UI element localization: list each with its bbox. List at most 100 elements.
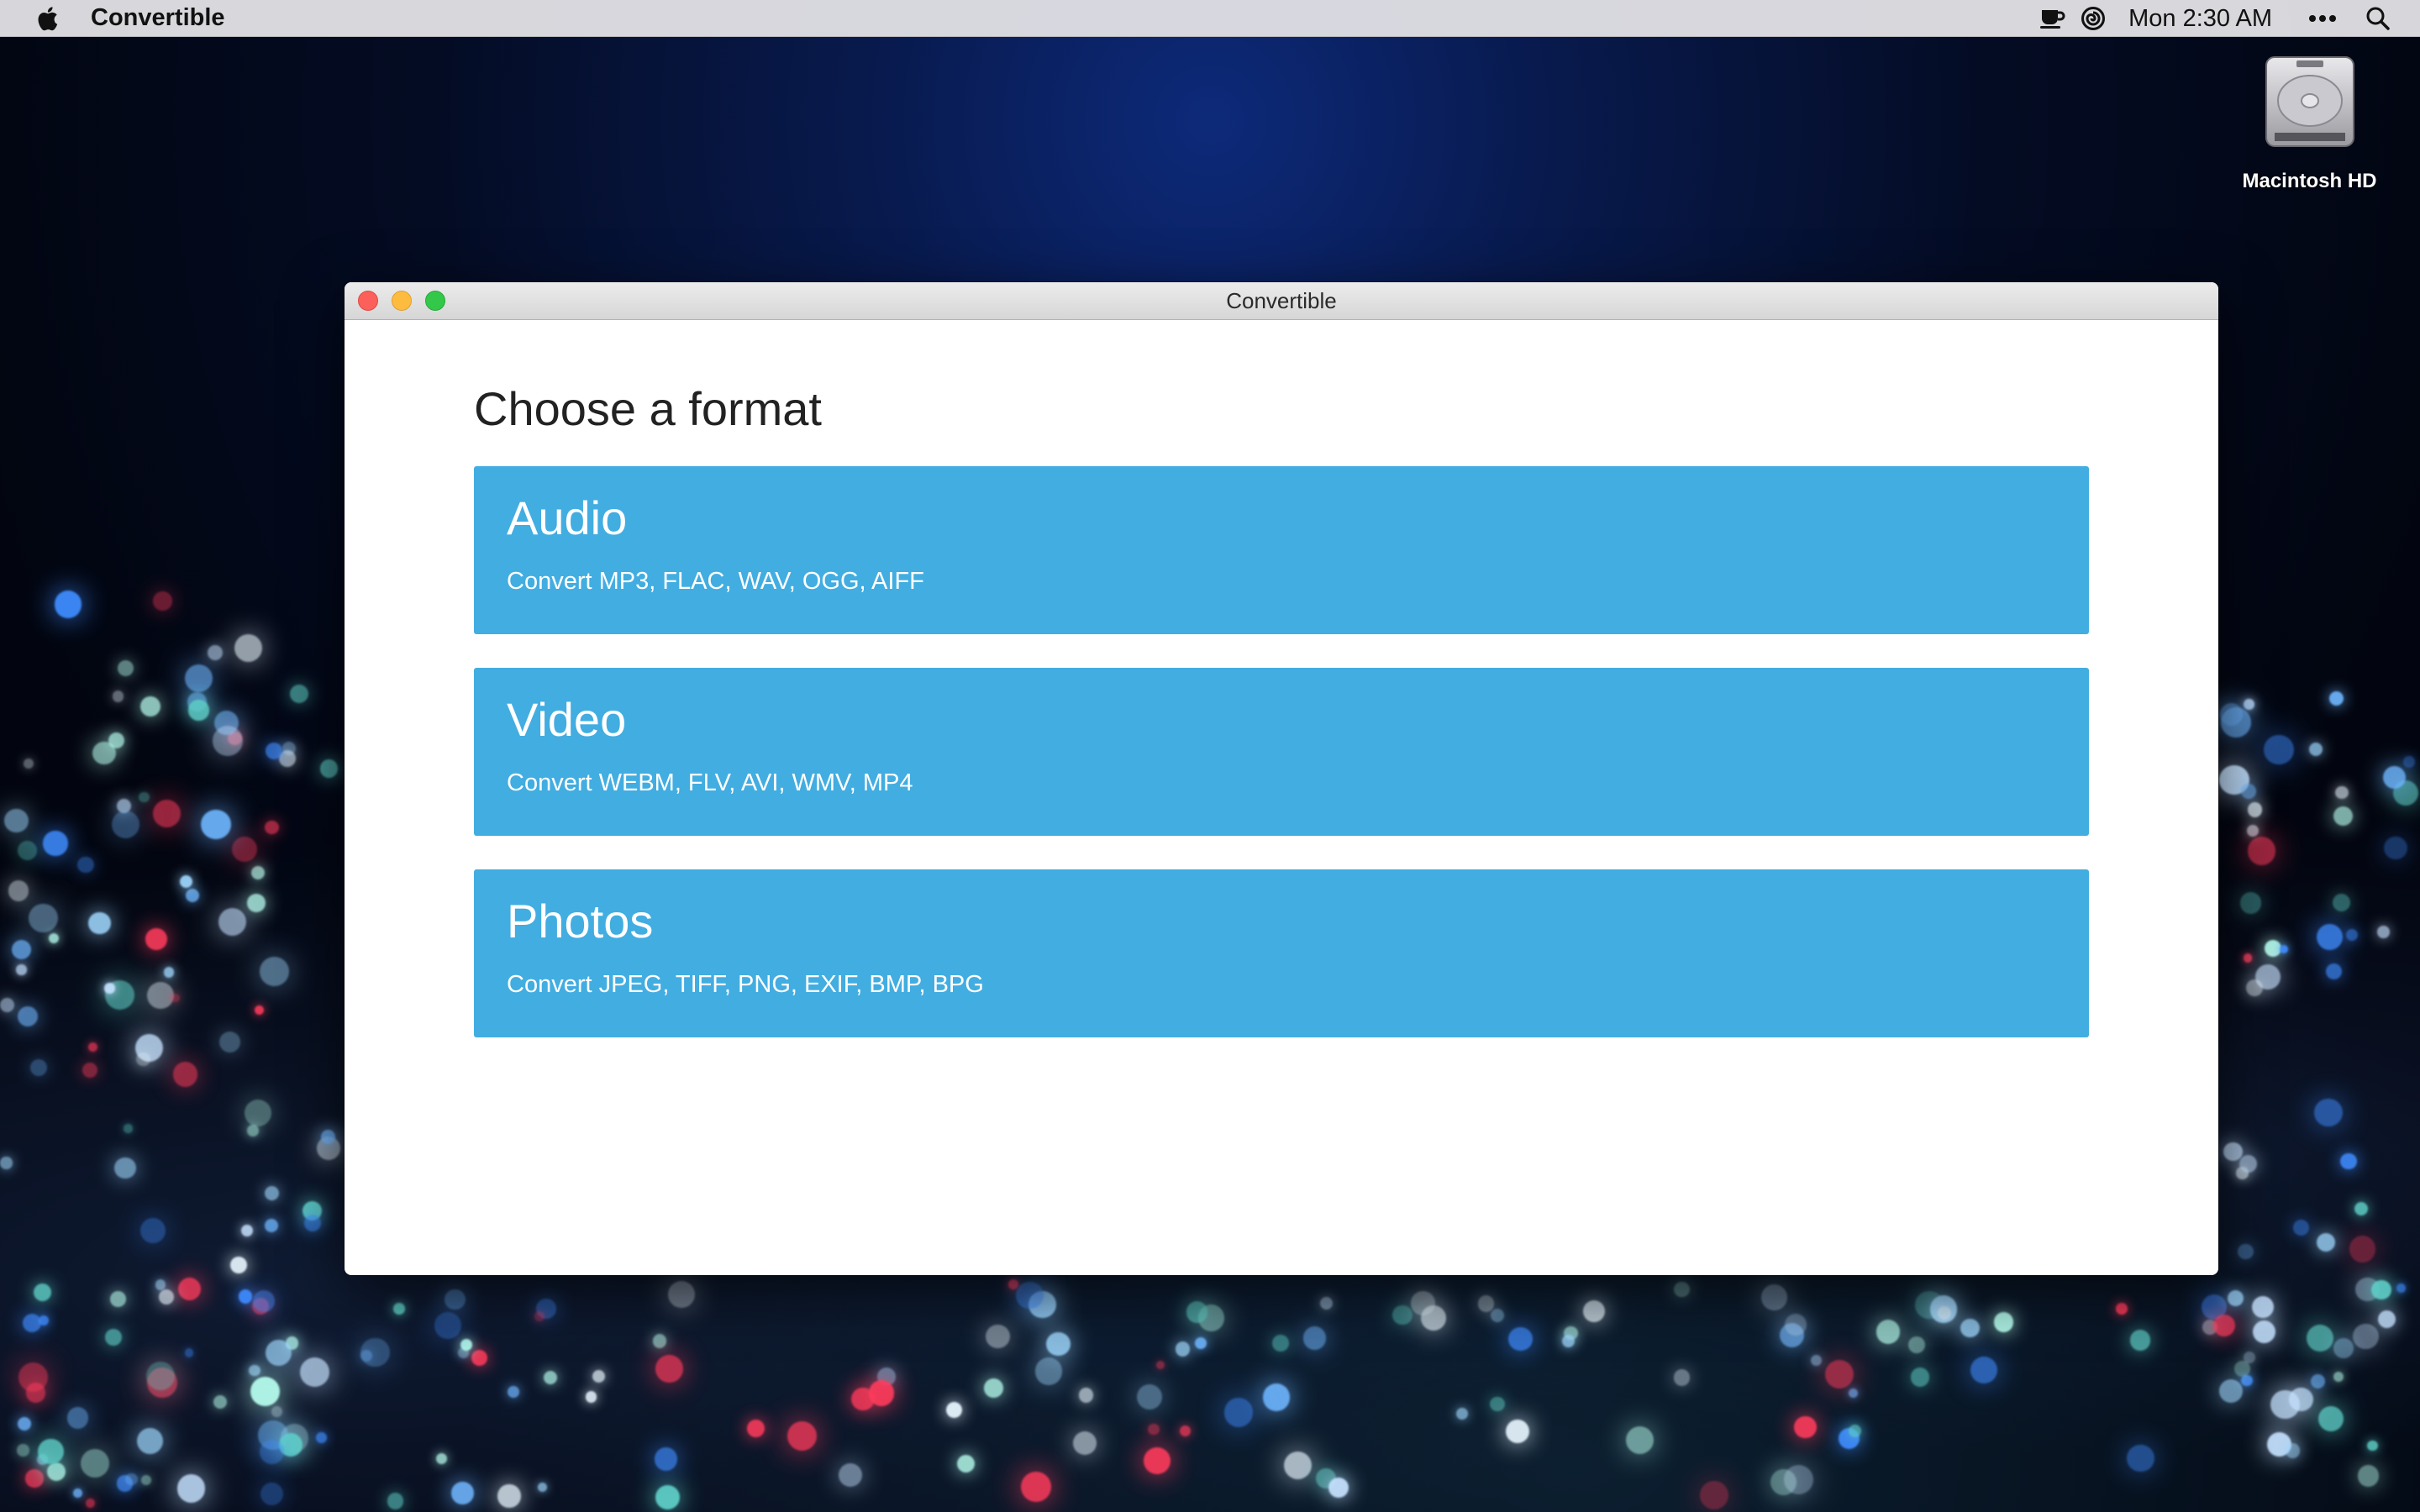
bokeh-light	[250, 1376, 281, 1406]
bokeh-light	[387, 1493, 404, 1509]
bokeh-light	[534, 1311, 544, 1321]
bokeh-light	[231, 836, 258, 863]
bokeh-light	[2245, 979, 2263, 996]
bokeh-light	[188, 700, 209, 721]
more-icon[interactable]	[2306, 0, 2339, 37]
menu-clock[interactable]: Mon 2:30 AM	[2128, 5, 2272, 33]
audio-format-card[interactable]: Audio Convert MP3, FLAC, WAV, OGG, AIFF	[474, 466, 2089, 634]
minimize-button[interactable]	[392, 291, 412, 311]
bokeh-light	[2402, 756, 2415, 768]
apple-icon[interactable]	[32, 0, 62, 37]
bokeh-light	[138, 791, 150, 803]
bokeh-light	[1794, 1416, 1817, 1439]
bokeh-light	[2239, 891, 2262, 914]
bokeh-light	[72, 1488, 82, 1498]
bokeh-light	[299, 1357, 329, 1388]
bokeh-light	[66, 1406, 89, 1429]
status-area: Mon 2:30 AM	[2036, 0, 2420, 37]
spiral-icon[interactable]	[2076, 0, 2110, 37]
bokeh-light	[984, 1378, 1004, 1398]
bokeh-light	[266, 742, 283, 759]
bokeh-light	[158, 1289, 174, 1305]
bokeh-light	[1673, 1369, 1691, 1386]
bokeh-light	[2306, 1324, 2334, 1352]
bokeh-light	[655, 1355, 683, 1383]
bokeh-light	[1506, 1420, 1530, 1443]
bokeh-light	[2316, 1233, 2335, 1252]
card-description: Convert MP3, FLAC, WAV, OGG, AIFF	[507, 568, 924, 595]
bokeh-light	[145, 1361, 175, 1390]
bokeh-light	[1179, 1425, 1191, 1437]
bokeh-light	[2326, 963, 2343, 979]
bokeh-light	[184, 664, 213, 692]
coffee-cup-icon[interactable]	[2036, 0, 2070, 37]
bokeh-light	[471, 1349, 487, 1366]
bokeh-light	[2247, 837, 2276, 866]
bokeh-light	[2357, 1465, 2379, 1487]
card-description: Convert WEBM, FLV, AVI, WMV, MP4	[507, 769, 913, 796]
bokeh-light	[213, 1395, 227, 1410]
bokeh-light	[2371, 1280, 2391, 1300]
bokeh-light	[265, 820, 279, 835]
video-format-card[interactable]: Video Convert WEBM, FLV, AVI, WMV, MP4	[474, 668, 2089, 836]
bokeh-light	[153, 591, 172, 611]
bokeh-light	[124, 1473, 138, 1486]
bokeh-light	[2367, 1440, 2378, 1452]
bokeh-light	[497, 1484, 521, 1508]
bokeh-light	[393, 1302, 405, 1315]
photos-format-card[interactable]: Photos Convert JPEG, TIFF, PNG, EXIF, BM…	[474, 869, 2089, 1037]
bokeh-light	[2314, 1098, 2343, 1127]
bokeh-light	[141, 1474, 152, 1485]
bokeh-light	[54, 591, 82, 618]
bokeh-light	[201, 810, 231, 840]
zoom-button[interactable]	[425, 291, 445, 311]
bokeh-light	[110, 1291, 126, 1307]
bokeh-light	[434, 1312, 461, 1340]
close-button[interactable]	[358, 291, 378, 311]
bokeh-light	[654, 1447, 678, 1471]
bokeh-light	[1224, 1398, 1254, 1427]
bokeh-light	[1020, 1472, 1051, 1503]
bokeh-light	[140, 696, 160, 717]
bokeh-light	[253, 1290, 275, 1312]
bokeh-light	[1907, 1336, 1925, 1353]
bokeh-light	[82, 1062, 97, 1078]
bokeh-light	[213, 726, 243, 756]
bokeh-light	[2127, 1444, 2154, 1473]
disk-label: Macintosh HD	[2242, 170, 2377, 192]
bokeh-light	[1561, 1334, 1575, 1347]
bokeh-light	[17, 1416, 31, 1431]
bokeh-light	[1783, 1464, 1814, 1495]
bokeh-light	[137, 1427, 164, 1454]
bokeh-light	[124, 1124, 133, 1133]
bokeh-light	[1034, 1357, 1063, 1385]
bokeh-light	[155, 1279, 166, 1290]
bokeh-light	[1392, 1305, 1413, 1326]
window-titlebar[interactable]: Convertible	[345, 282, 2218, 320]
bokeh-light	[4, 808, 29, 833]
bokeh-light	[668, 1280, 696, 1308]
bokeh-light	[17, 841, 37, 860]
bokeh-light	[38, 1438, 64, 1465]
bokeh-light	[85, 1498, 95, 1508]
macintosh-hd-disk[interactable]: Macintosh HD	[2232, 52, 2387, 193]
bokeh-light	[1156, 1360, 1165, 1369]
bokeh-light	[17, 1005, 38, 1026]
bokeh-light	[2234, 1361, 2250, 1377]
bokeh-light	[16, 964, 27, 975]
bokeh-light	[2333, 1338, 2354, 1358]
bokeh-light	[108, 732, 124, 749]
card-title: Audio	[507, 491, 628, 544]
bokeh-light	[1046, 1331, 1071, 1357]
bokeh-light	[247, 1125, 259, 1137]
bokeh-light	[25, 1469, 44, 1488]
search-icon[interactable]	[2361, 0, 2395, 37]
bokeh-light	[1876, 1320, 1901, 1344]
bokeh-light	[2253, 1320, 2276, 1343]
bokeh-light	[1960, 1318, 1980, 1338]
menu-app-name[interactable]: Convertible	[91, 4, 225, 32]
card-title: Photos	[507, 895, 654, 948]
bokeh-light	[2264, 940, 2281, 958]
bokeh-light	[184, 1348, 194, 1357]
bokeh-light	[104, 983, 115, 994]
